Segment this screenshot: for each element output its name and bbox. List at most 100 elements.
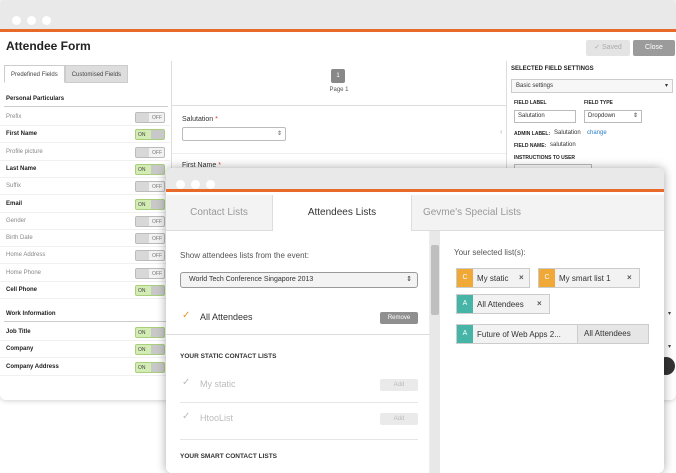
field-toggle[interactable]: OFF [135,146,165,158]
field-label: Company [6,346,34,353]
toggle-state: ON [138,201,146,208]
scrollbar-thumb[interactable] [431,245,439,315]
event-select-value: World Tech Conference Singapore 2013 [189,276,314,283]
add-button[interactable]: Add [380,379,418,391]
selected-list-chip: A Future of Web Apps 2... [456,324,578,344]
attendee-list-badge: A [457,325,473,343]
field-toggle[interactable]: ON [135,344,165,356]
tab-gevme-special-lists[interactable]: Gevme's Special Lists [412,195,532,231]
close-icon[interactable]: × [627,273,632,282]
field-toggle[interactable]: OFF [135,250,165,262]
close-icon[interactable]: × [519,273,524,282]
field-type-title: FIELD TYPE [584,100,613,106]
scrollbar[interactable] [430,231,440,473]
salutation-select[interactable]: ⇕ [182,127,286,141]
section-personal-title: Personal Particulars [6,96,65,102]
selected-lists-label: Your selected list(s): [454,248,526,257]
checkmark-icon: ✓ [182,377,191,388]
field-toggle[interactable]: ON [135,327,165,338]
field-toggle[interactable]: OFF [135,112,165,123]
event-select[interactable]: World Tech Conference Singapore 2013 ⇕ [180,272,418,288]
selected-list-chip: C My static × [456,268,530,288]
field-row: First Name ON [0,127,170,144]
field-toggle[interactable]: ON [135,198,165,210]
field-toggle[interactable]: ON [135,285,165,296]
field-type-select[interactable]: Dropdown ⇕ [584,110,642,123]
basic-settings-dropdown[interactable]: Basic settings ▾ [511,79,673,93]
field-label: Birth Date [6,235,33,242]
field-label: Profile picture [6,148,43,155]
field-label: Cell Phone [6,287,38,293]
toggle-state: OFF [152,218,162,225]
saved-button[interactable]: ✓ Saved [586,40,630,56]
field-label: Gender [6,217,27,224]
section-work-title: Work Information [6,311,56,317]
field-label-title: FIELD LABEL [514,100,547,106]
toggle-knob [136,216,149,226]
list-item-label: HtooList [200,413,234,423]
window-dot-icon[interactable] [27,16,36,25]
field-toggle[interactable]: OFF [135,233,165,245]
all-attendees-label: All Attendees [200,312,253,322]
divider [180,439,418,440]
instructions-title: INSTRUCTIONS TO USER [514,155,576,161]
field-label-input[interactable]: Salutation [514,110,576,123]
chevron-down-icon: ▾ [664,83,668,89]
add-button[interactable]: Add [380,413,418,425]
divider [4,106,168,107]
window-dot-icon[interactable] [176,180,185,189]
checkmark-icon: ✓ [182,411,191,422]
field-toggle[interactable]: OFF [135,267,165,279]
window-dot-icon[interactable] [12,16,21,25]
field-toggle[interactable]: ON [135,361,165,373]
close-icon[interactable]: × [537,299,542,308]
field-row: Cell Phone ON [0,283,170,299]
window-dot-icon[interactable] [42,16,51,25]
field-row: Company ON [0,342,170,359]
field-label: Prefix [6,114,22,120]
field-label: Home Phone [6,269,42,276]
chevron-down-icon[interactable]: ▾ [668,343,671,350]
window-dot-icon[interactable] [206,180,215,189]
field-toggle[interactable]: OFF [135,181,165,193]
field-row: Email ON [0,197,170,213]
close-button[interactable]: Close [633,40,675,56]
field-toggle[interactable]: ON [135,129,165,141]
field-toggle[interactable]: OFF [135,215,165,227]
toggle-knob [151,164,164,174]
tab-contact-lists[interactable]: Contact Lists [166,195,272,231]
toggle-knob [136,268,149,278]
window-dot-icon[interactable] [191,180,200,189]
toggle-state: ON [138,330,146,336]
window-titlebar [0,0,676,32]
tab-attendees-lists[interactable]: Attendees Lists [272,195,412,232]
chip-sublabel: All Attendees [577,324,649,344]
chevron-updown-icon: ⇕ [406,276,412,283]
chevron-down-icon[interactable]: ▾ [668,310,671,317]
toggle-state: ON [138,347,146,354]
settings-header: SELECTED FIELD SETTINGS [511,66,594,72]
remove-button[interactable]: Remove [380,312,418,324]
page-title: Attendee Form [6,39,91,53]
toggle-state: ON [138,288,146,294]
form-header: Attendee Form ✓ Saved Close [0,35,676,61]
divider [4,321,168,322]
toggle-knob [136,182,149,192]
lists-tabs: Contact Lists Attendees Lists Gevme's Sp… [166,195,664,232]
tab-customised-fields[interactable]: Customised Fields [64,65,129,83]
toggle-knob [151,199,164,209]
tab-predefined-fields[interactable]: Predefined Fields [4,65,65,83]
field-row: Suffix OFF [0,179,170,196]
fields-tabs: Predefined Fields Customised Fields [4,65,129,83]
page-number-badge[interactable]: 1 [331,69,345,83]
divider [172,153,506,154]
field-toggle[interactable]: ON [135,163,165,175]
field-label: Email [6,200,23,207]
toggle-knob [151,130,164,140]
field-row: Prefix OFF [0,110,170,126]
contact-list-badge: C [457,269,473,287]
toggle-knob [136,113,149,122]
admin-label-value: Salutation [554,130,581,136]
change-link[interactable]: change [587,130,607,136]
field-row: Company Address ON [0,360,170,376]
